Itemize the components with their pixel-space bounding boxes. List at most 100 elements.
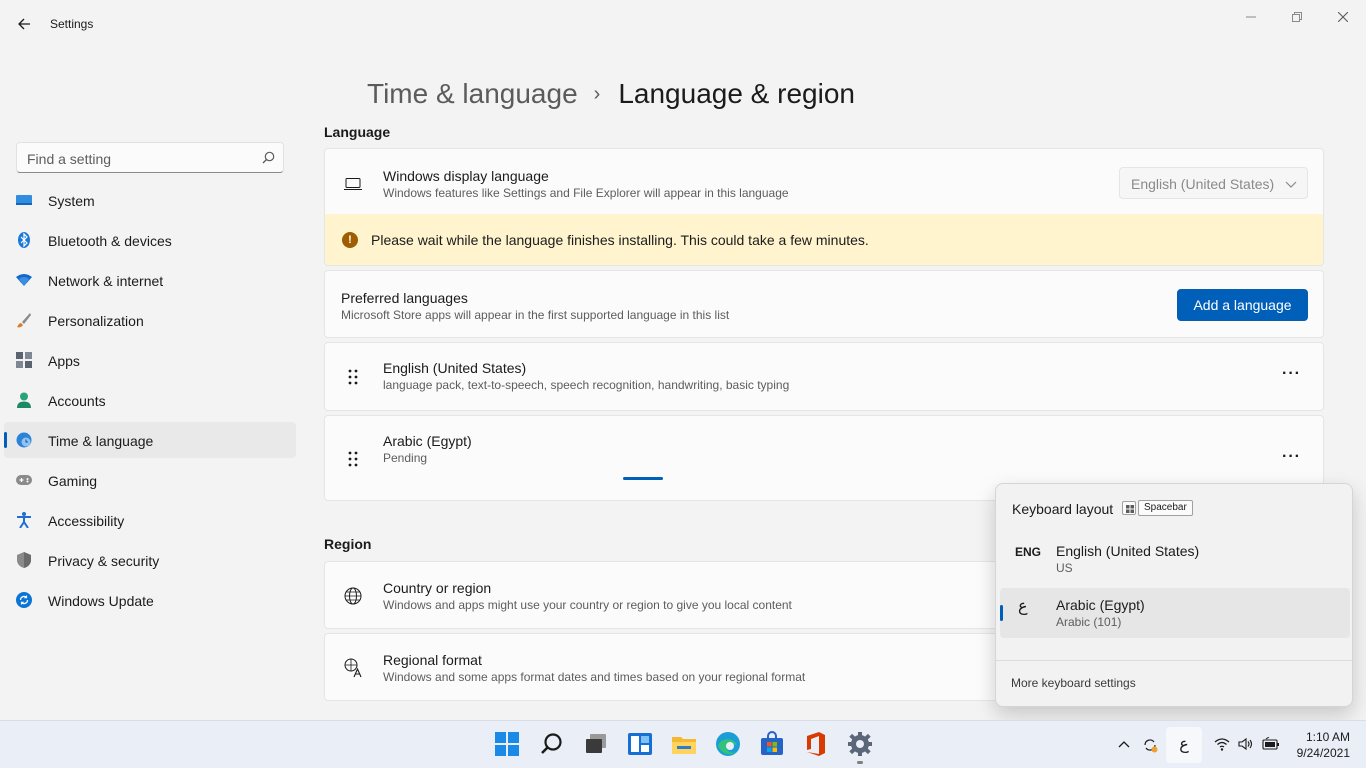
globe-icon bbox=[344, 587, 362, 605]
sidebar-item-accounts[interactable]: Accounts bbox=[4, 382, 296, 418]
keyboard-layout-flyout: Keyboard layout Spacebar ENG English (Un… bbox=[995, 483, 1353, 707]
sidebar-item-apps[interactable]: Apps bbox=[4, 342, 296, 378]
minimize-button[interactable] bbox=[1228, 6, 1274, 28]
drag-handle-icon[interactable] bbox=[348, 451, 358, 467]
sidebar-item-bluetooth[interactable]: Bluetooth & devices bbox=[4, 222, 296, 258]
arrow-left-icon bbox=[18, 18, 30, 30]
breadcrumb: Time & language › Language & region bbox=[367, 78, 855, 110]
close-icon bbox=[1338, 12, 1348, 22]
language-name: English (United States) bbox=[383, 360, 527, 376]
clock[interactable]: 1:10 AM 9/24/2021 bbox=[1290, 729, 1350, 761]
more-options-button[interactable]: ··· bbox=[1282, 365, 1301, 383]
apps-icon bbox=[16, 352, 32, 368]
volume-icon[interactable] bbox=[1238, 737, 1254, 751]
monitor-icon bbox=[16, 195, 32, 205]
drag-handle-icon[interactable] bbox=[348, 369, 358, 385]
layout-type: Arabic (101) bbox=[1056, 615, 1122, 629]
add-language-button[interactable]: Add a language bbox=[1177, 289, 1308, 321]
layout-name: Arabic (Egypt) bbox=[1056, 597, 1145, 613]
maximize-button[interactable] bbox=[1274, 6, 1320, 28]
back-button[interactable] bbox=[10, 12, 38, 36]
accessibility-icon bbox=[17, 512, 31, 528]
sidebar-item-label: Bluetooth & devices bbox=[48, 233, 172, 249]
sidebar-item-label: Gaming bbox=[48, 473, 98, 489]
section-title-region: Region bbox=[324, 536, 372, 552]
laptop-icon bbox=[344, 178, 362, 190]
sidebar-item-network[interactable]: Network & internet bbox=[4, 262, 296, 298]
sidebar-item-label: Time & language bbox=[48, 433, 154, 449]
section-title-language: Language bbox=[324, 124, 391, 140]
layout-type: US bbox=[1056, 561, 1073, 575]
clock-date: 9/24/2021 bbox=[1296, 746, 1350, 760]
layout-item-english[interactable]: ENG English (United States) US bbox=[1000, 534, 1350, 584]
sidebar-item-label: Windows Update bbox=[48, 593, 154, 609]
sidebar-item-windows-update[interactable]: Windows Update bbox=[4, 582, 296, 618]
sidebar-item-accessibility[interactable]: Accessibility bbox=[4, 502, 296, 538]
layout-item-arabic[interactable]: ع Arabic (Egypt) Arabic (101) bbox=[1000, 588, 1350, 638]
close-button[interactable] bbox=[1320, 6, 1366, 28]
sidebar-item-label: Network & internet bbox=[48, 273, 164, 289]
display-language-dropdown[interactable]: English (United States) bbox=[1119, 167, 1308, 199]
more-options-button[interactable]: ··· bbox=[1282, 448, 1301, 466]
file-explorer-icon[interactable] bbox=[671, 731, 697, 757]
search-placeholder: Find a setting bbox=[27, 151, 112, 167]
sidebar-item-time-language[interactable]: Time & language bbox=[4, 422, 296, 458]
layout-code: ENG bbox=[1015, 545, 1042, 559]
language-details: language pack, text-to-speech, speech re… bbox=[383, 378, 790, 392]
layout-code: ع bbox=[1018, 598, 1028, 615]
widgets-icon[interactable] bbox=[627, 731, 653, 757]
search-input[interactable]: Find a setting bbox=[16, 142, 284, 173]
sidebar-item-label: Privacy & security bbox=[48, 553, 160, 569]
store-icon[interactable] bbox=[759, 731, 785, 757]
regional-format-icon bbox=[344, 658, 362, 678]
office-icon[interactable] bbox=[803, 731, 829, 757]
sidebar-item-label: System bbox=[48, 193, 95, 209]
bluetooth-icon bbox=[18, 232, 30, 248]
input-indicator[interactable]: ع bbox=[1166, 727, 1202, 763]
gamepad-icon bbox=[16, 475, 32, 485]
sidebar-item-privacy[interactable]: Privacy & security bbox=[4, 542, 296, 578]
warning-text: Please wait while the language finishes … bbox=[371, 232, 869, 248]
flyout-title: Keyboard layout bbox=[1012, 501, 1114, 517]
globe-clock-icon bbox=[16, 432, 32, 448]
language-item-english[interactable]: English (United States) language pack, t… bbox=[324, 342, 1324, 411]
chevron-down-icon bbox=[1285, 181, 1297, 188]
sync-icon[interactable] bbox=[1142, 737, 1158, 753]
country-region-description: Windows and apps might use your country … bbox=[383, 598, 792, 612]
restore-icon bbox=[1292, 12, 1302, 22]
start-icon[interactable] bbox=[494, 731, 520, 757]
title-bar: Settings bbox=[0, 0, 1366, 48]
breadcrumb-parent[interactable]: Time & language bbox=[367, 78, 578, 110]
battery-icon[interactable] bbox=[1262, 737, 1280, 751]
minimize-icon bbox=[1246, 16, 1256, 18]
country-region-title: Country or region bbox=[383, 580, 492, 596]
settings-icon[interactable] bbox=[847, 731, 873, 757]
chevron-up-icon[interactable] bbox=[1117, 737, 1131, 751]
language-status: Pending bbox=[383, 451, 428, 465]
sidebar-item-label: Accounts bbox=[48, 393, 106, 409]
task-view-icon[interactable] bbox=[583, 731, 609, 757]
sidebar-item-system[interactable]: System bbox=[4, 182, 296, 218]
active-app-indicator bbox=[857, 761, 863, 764]
sidebar-item-label: Apps bbox=[48, 353, 80, 369]
search-icon[interactable] bbox=[539, 731, 565, 757]
layout-name: English (United States) bbox=[1056, 543, 1200, 559]
wifi-icon[interactable] bbox=[1214, 737, 1230, 751]
install-warning-bar: ! Please wait while the language finishe… bbox=[324, 214, 1324, 266]
display-language-title: Windows display language bbox=[383, 168, 549, 184]
warning-icon: ! bbox=[342, 232, 358, 248]
flyout-divider bbox=[996, 660, 1352, 661]
preferred-languages-card: Preferred languages Microsoft Store apps… bbox=[324, 270, 1324, 338]
wifi-icon bbox=[16, 274, 32, 286]
regional-format-description: Windows and some apps format dates and t… bbox=[383, 670, 806, 684]
sidebar-item-gaming[interactable]: Gaming bbox=[4, 462, 296, 498]
preferred-languages-description: Microsoft Store apps will appear in the … bbox=[341, 308, 730, 322]
language-name: Arabic (Egypt) bbox=[383, 433, 472, 449]
windows-key-icon bbox=[1122, 501, 1136, 515]
more-keyboard-settings-link[interactable]: More keyboard settings bbox=[1011, 676, 1136, 690]
breadcrumb-separator: › bbox=[593, 82, 601, 105]
edge-icon[interactable] bbox=[715, 731, 741, 757]
spacebar-key: Spacebar bbox=[1138, 500, 1193, 516]
sidebar-item-personalization[interactable]: Personalization bbox=[4, 302, 296, 338]
install-progress-bar bbox=[623, 477, 663, 480]
